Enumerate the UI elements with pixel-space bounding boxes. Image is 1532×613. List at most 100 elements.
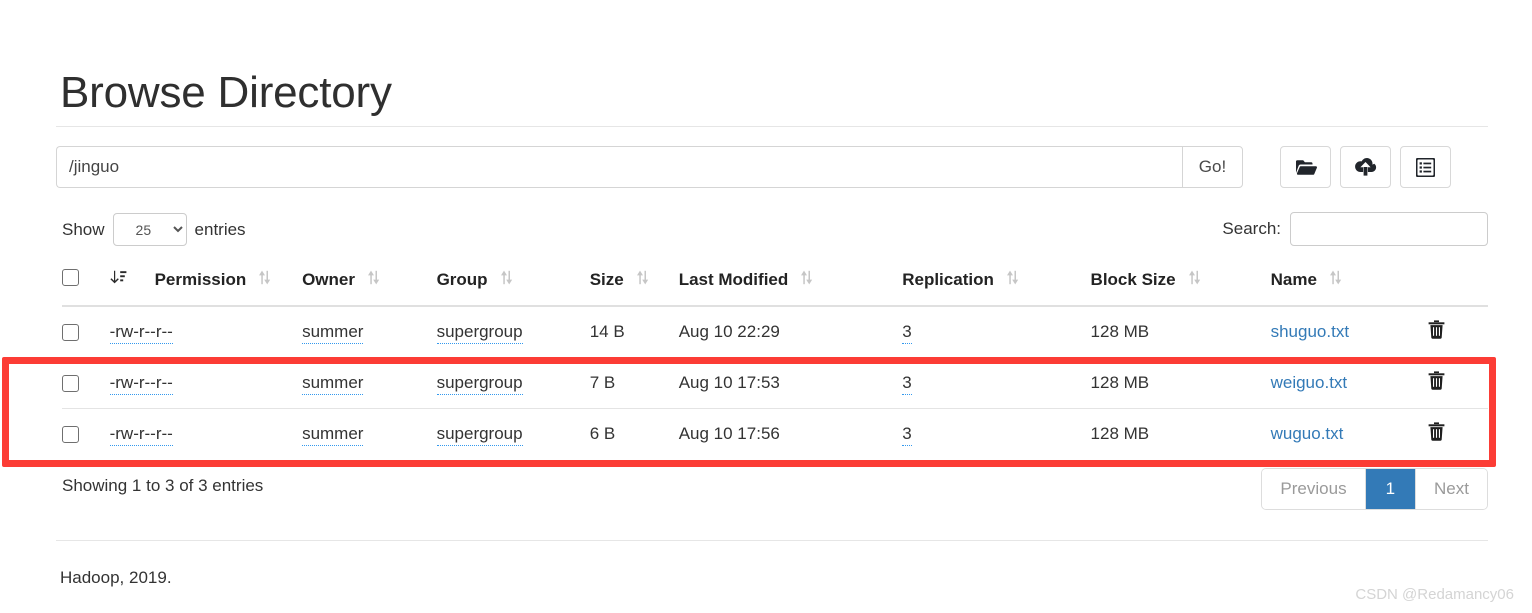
cell-owner: summer	[302, 408, 437, 459]
group-value[interactable]: supergroup	[436, 424, 523, 446]
column-header-group-label: Group	[436, 270, 488, 289]
sort-toggle-icon	[258, 270, 271, 290]
path-bar: Go!	[56, 146, 1488, 188]
files-table-container: Permission Owner Group Size Last Modifie…	[62, 263, 1488, 459]
cell-group: supergroup	[436, 306, 590, 358]
create-directory-button[interactable]	[1280, 146, 1331, 188]
select-all-header[interactable]	[62, 263, 110, 307]
upload-file-button[interactable]	[1340, 146, 1391, 188]
row-select-cell[interactable]	[62, 357, 110, 409]
column-header-last-modified[interactable]: Last Modified	[678, 263, 903, 307]
row-select-cell[interactable]	[62, 408, 110, 459]
cell-size: 6 B	[589, 408, 679, 459]
cell-last-modified: Aug 10 22:29	[678, 322, 780, 341]
cell-actions	[1427, 408, 1488, 459]
replication-value[interactable]: 3	[902, 424, 912, 446]
watermark: CSDN @Redamancy06	[1355, 586, 1514, 603]
list-alt-icon	[1416, 157, 1435, 177]
table-header-row: Permission Owner Group Size Last Modifie…	[62, 263, 1488, 307]
pagination-next[interactable]: Next	[1416, 469, 1487, 509]
path-input[interactable]	[56, 146, 1182, 188]
cell-permission: -rw-r--r--	[109, 357, 303, 409]
pagination-page-1[interactable]: 1	[1365, 469, 1417, 509]
column-header-actions	[1427, 263, 1488, 307]
entries-label: entries	[194, 219, 246, 239]
group-value[interactable]: supergroup	[436, 322, 523, 344]
page-length-select[interactable]: 25	[112, 213, 187, 246]
permission-value[interactable]: -rw-r--r--	[109, 373, 173, 395]
search-input[interactable]	[1290, 212, 1488, 246]
owner-value[interactable]: summer	[302, 322, 364, 344]
sort-toggle-icon	[1188, 270, 1201, 290]
cell-name: wuguo.txt	[1270, 408, 1428, 459]
owner-value[interactable]: summer	[302, 424, 364, 446]
column-header-replication-label: Replication	[902, 270, 994, 289]
column-header-size[interactable]: Size	[589, 263, 679, 307]
folder-open-icon	[1295, 158, 1317, 176]
show-label: Show	[62, 219, 105, 239]
row-checkbox[interactable]	[62, 375, 79, 393]
cell-owner: summer	[302, 357, 437, 409]
directory-action-buttons	[1280, 146, 1451, 188]
trash-icon	[1428, 371, 1445, 393]
permission-value[interactable]: -rw-r--r--	[109, 424, 173, 446]
owner-value[interactable]: summer	[302, 373, 364, 395]
pagination: Previous 1 Next	[1261, 468, 1488, 510]
file-link[interactable]: wuguo.txt	[1271, 424, 1344, 443]
column-header-block-size[interactable]: Block Size	[1090, 263, 1271, 307]
cut-high-availability-button[interactable]	[1400, 146, 1451, 188]
cell-replication: 3	[902, 306, 1090, 358]
cell-replication: 3	[902, 408, 1091, 459]
cell-size: 14 B	[589, 322, 625, 341]
footer-divider	[56, 540, 1488, 541]
delete-file-button[interactable]	[1428, 320, 1445, 342]
delete-file-button[interactable]	[1428, 422, 1445, 444]
column-header-group[interactable]: Group	[436, 263, 590, 307]
table-info: Showing 1 to 3 of 3 entries	[62, 476, 264, 495]
column-header-permission[interactable]: Permission	[109, 263, 303, 307]
delete-file-button[interactable]	[1428, 371, 1445, 393]
table-row: -rw-r--r-- summer supergroup 6 B Aug 10 …	[62, 408, 1488, 459]
column-header-last-modified-label: Last Modified	[678, 270, 789, 289]
cell-replication: 3	[902, 357, 1091, 409]
files-table-body: -rw-r--r-- summer supergroup 14 B Aug 10…	[62, 306, 1488, 459]
footer-text: Hadoop, 2019.	[60, 568, 172, 587]
replication-value[interactable]: 3	[902, 322, 912, 344]
column-header-owner[interactable]: Owner	[302, 263, 437, 307]
row-select-cell[interactable]	[62, 306, 110, 358]
cell-name: weiguo.txt	[1270, 357, 1428, 409]
replication-value[interactable]: 3	[902, 373, 912, 395]
sort-toggle-icon	[367, 270, 380, 290]
pagination-previous[interactable]: Previous	[1262, 469, 1366, 509]
sort-toggle-icon	[500, 270, 513, 290]
group-value[interactable]: supergroup	[436, 373, 523, 395]
page-length-control: Show 25 entries	[62, 213, 246, 246]
table-row: -rw-r--r-- summer supergroup 14 B Aug 10…	[62, 306, 1488, 358]
column-header-size-label: Size	[589, 270, 624, 289]
cell-block-size: 128 MB	[1090, 322, 1150, 341]
sort-toggle-icon	[636, 270, 649, 290]
column-header-permission-label: Permission	[154, 270, 247, 289]
cell-owner: summer	[302, 306, 437, 358]
cell-block-size: 128 MB	[1090, 357, 1271, 409]
sort-toggle-icon	[1329, 270, 1342, 290]
sort-amount-down-icon	[109, 270, 127, 290]
row-checkbox[interactable]	[62, 324, 79, 342]
select-all-checkbox[interactable]	[62, 269, 79, 286]
row-checkbox[interactable]	[62, 426, 79, 444]
column-header-replication[interactable]: Replication	[902, 263, 1091, 307]
column-header-name[interactable]: Name	[1270, 263, 1428, 307]
go-button[interactable]: Go!	[1182, 146, 1243, 188]
file-link[interactable]: weiguo.txt	[1271, 373, 1348, 392]
search-label: Search:	[1222, 219, 1281, 238]
cell-last-modified: Aug 10 17:53	[678, 357, 903, 409]
file-link[interactable]: shuguo.txt	[1271, 322, 1349, 341]
column-header-owner-label: Owner	[302, 270, 355, 289]
sort-toggle-icon	[1006, 270, 1019, 290]
page-title: Browse Directory	[60, 68, 392, 118]
title-divider	[56, 126, 1488, 127]
cell-block-size: 128 MB	[1090, 408, 1271, 459]
search-control: Search:	[1222, 212, 1488, 246]
trash-icon	[1428, 422, 1445, 444]
permission-value[interactable]: -rw-r--r--	[109, 322, 173, 344]
